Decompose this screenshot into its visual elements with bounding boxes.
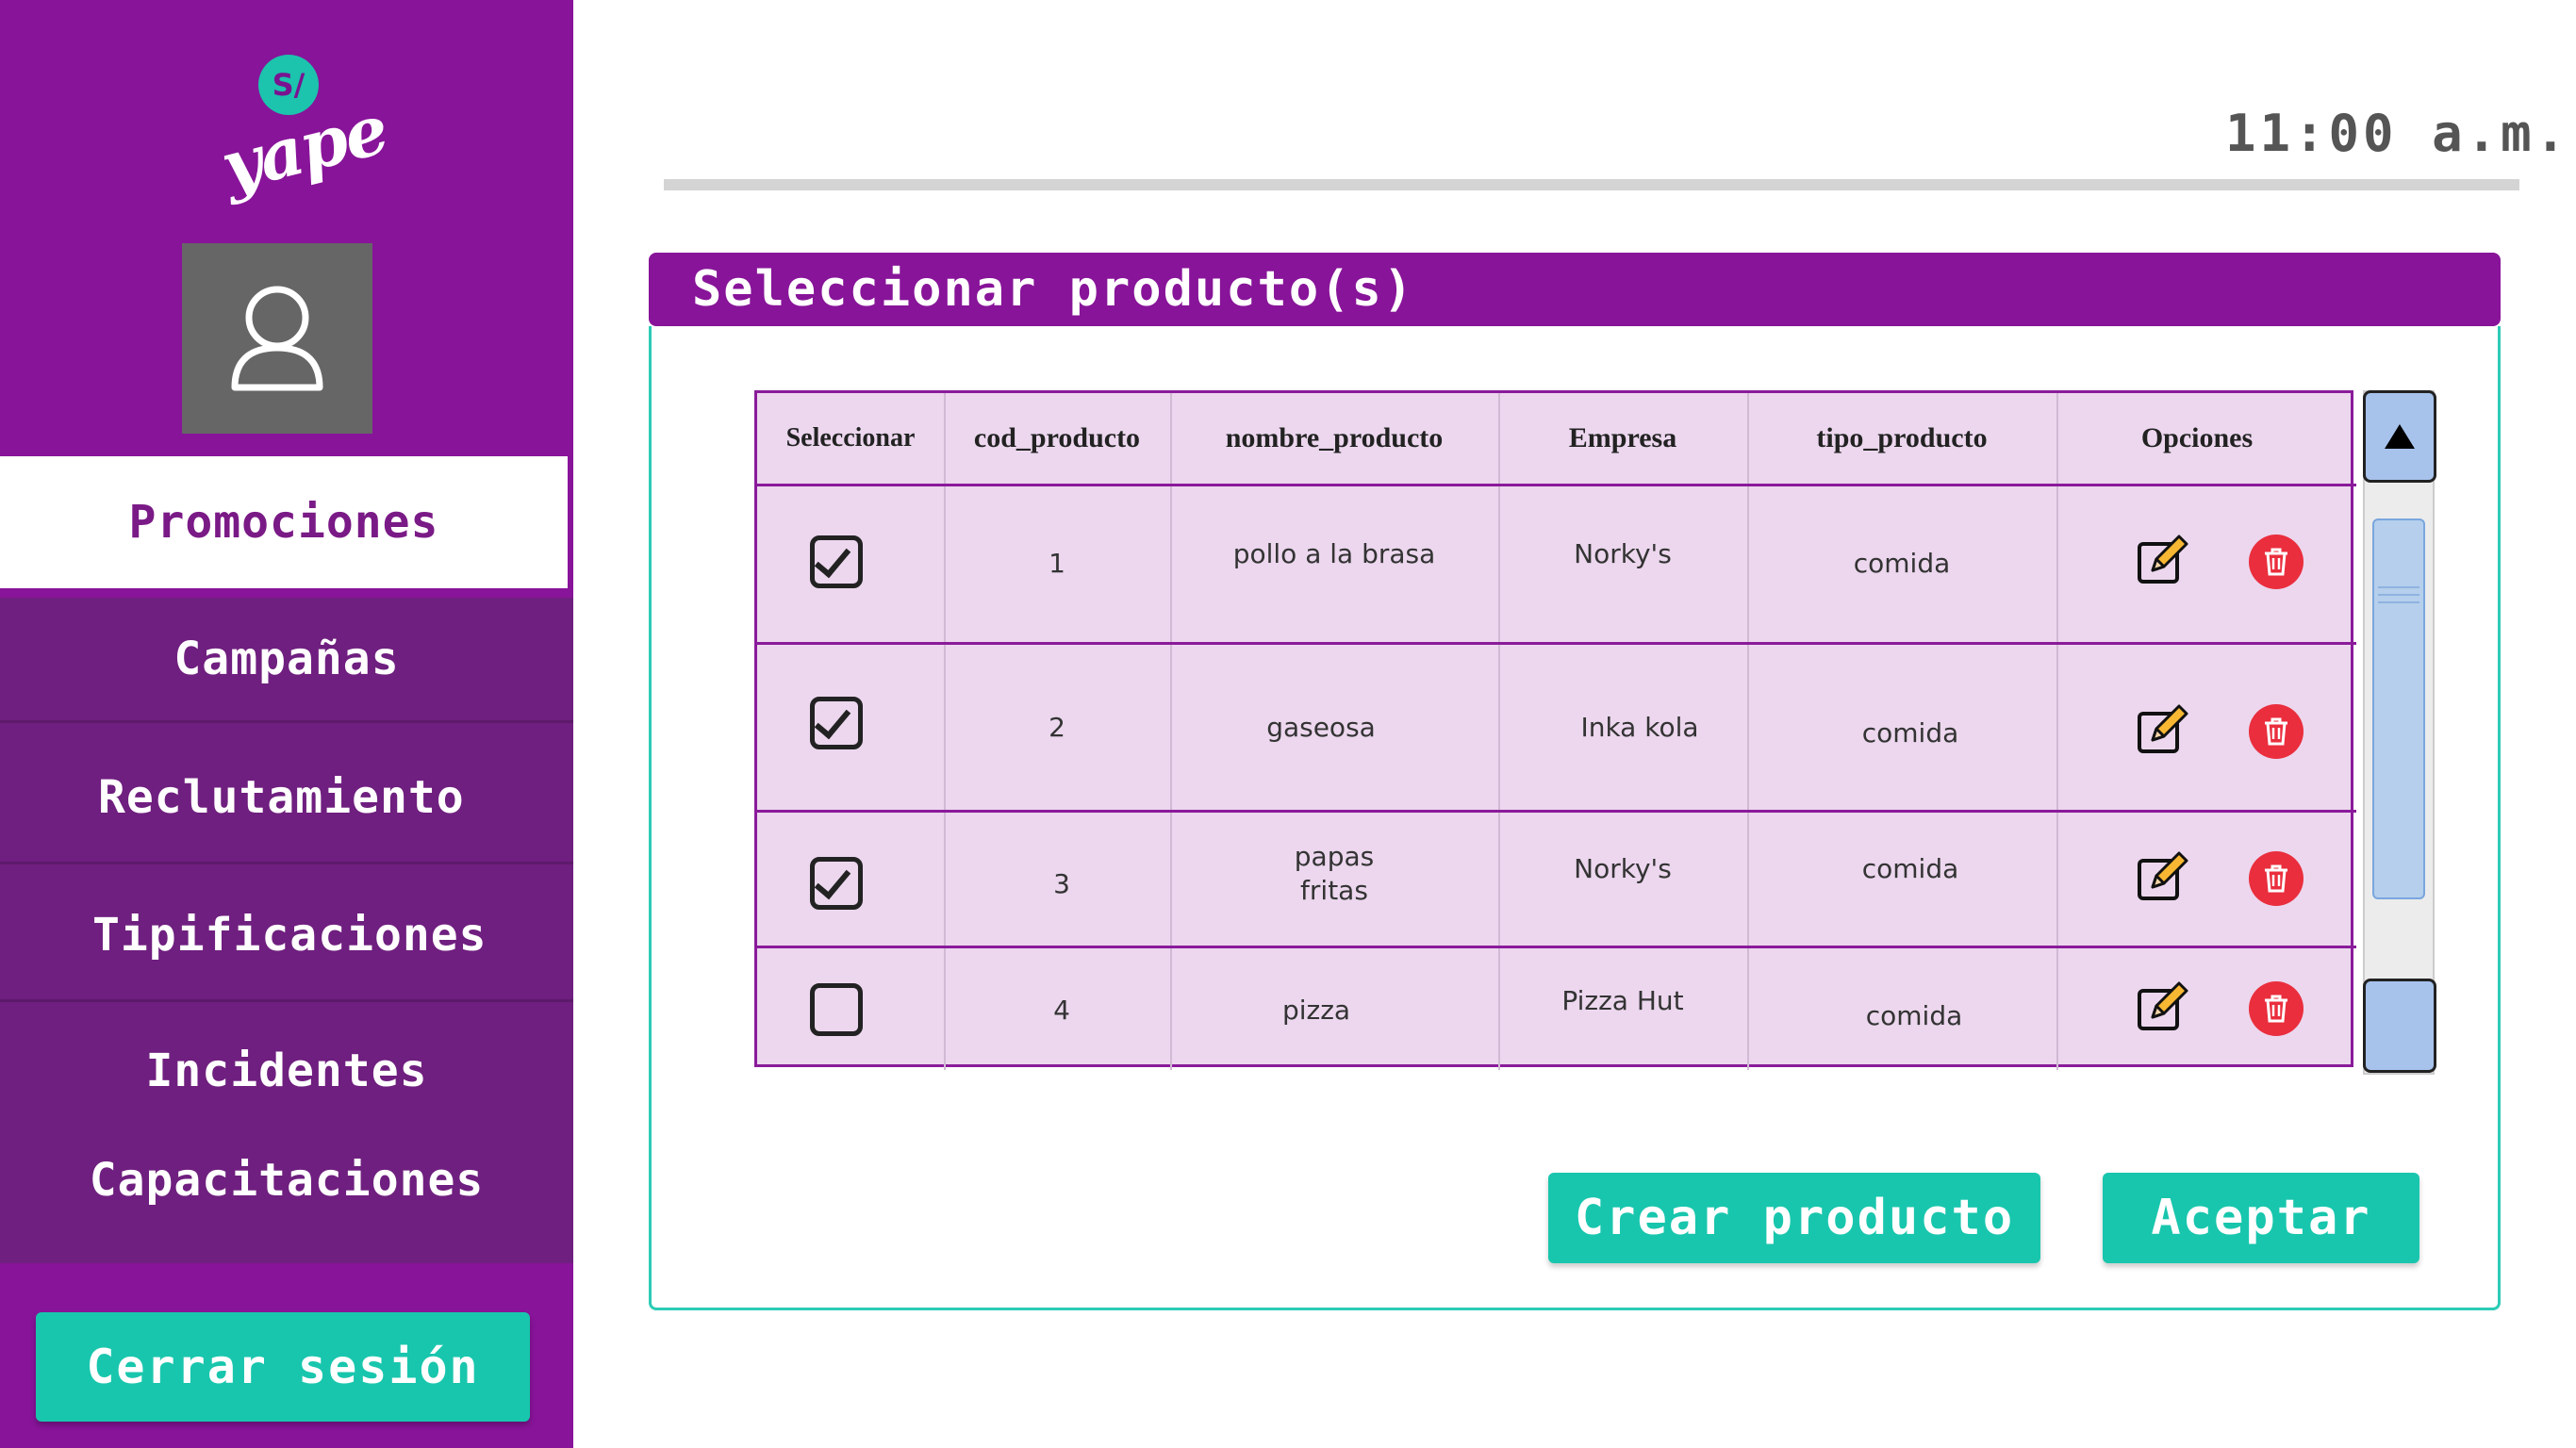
sidebar-item-label: Campañas xyxy=(173,633,400,685)
trash-icon xyxy=(2265,995,2287,1023)
row-divider xyxy=(757,484,2356,486)
panel-title-text: Seleccionar producto(s) xyxy=(692,261,1415,318)
cell-empresa: Norky's xyxy=(1574,537,1672,569)
yape-logo: S/ yape xyxy=(213,55,394,224)
check-icon xyxy=(814,539,851,579)
thumb-grip xyxy=(2378,594,2419,596)
scroll-thumb[interactable] xyxy=(2372,518,2425,899)
sidebar-item-label: Reclutamiento xyxy=(98,771,465,824)
avatar[interactable] xyxy=(182,243,372,434)
header-divider xyxy=(664,179,2519,190)
sidebar-item-incidentes[interactable]: Incidentes xyxy=(0,1018,573,1124)
check-icon xyxy=(814,861,851,900)
sidebar-item-capacitaciones[interactable]: Capacitaciones xyxy=(0,1127,573,1233)
logo-word: yape xyxy=(213,88,395,207)
sidebar-item-label: Tipificaciones xyxy=(92,909,487,962)
cell-nombre: gaseosa xyxy=(1266,711,1376,743)
trash-icon xyxy=(2265,864,2287,893)
row-checkbox[interactable] xyxy=(810,535,863,588)
sidebar-item-label: Promociones xyxy=(128,496,439,549)
column-header: Opciones xyxy=(2140,422,2254,453)
cell-tipo: comida xyxy=(1861,852,1959,884)
divider xyxy=(0,720,573,723)
cell-cod: 2 xyxy=(1049,711,1065,743)
cell-empresa: Inka kola xyxy=(1580,711,1699,743)
scroll-up-button[interactable] xyxy=(2363,390,2436,483)
table-scrollbar[interactable] xyxy=(2363,390,2436,1075)
column-header: cod_producto xyxy=(973,422,1141,453)
edit-icon[interactable] xyxy=(2136,704,2188,757)
row-checkbox[interactable] xyxy=(810,983,863,1036)
delete-icon[interactable] xyxy=(2249,704,2304,759)
cell-empresa: Norky's xyxy=(1574,852,1672,884)
check-icon xyxy=(814,700,851,740)
create-product-button[interactable]: Crear producto xyxy=(1548,1173,2040,1263)
cell-tipo: comida xyxy=(1865,999,1963,1031)
column-header: tipo_producto xyxy=(1816,422,1988,453)
column-header: Empresa xyxy=(1568,422,1677,453)
edit-icon[interactable] xyxy=(2136,981,2188,1034)
cell-nombre: pizza xyxy=(1281,994,1351,1026)
panel-title: Seleccionar producto(s) xyxy=(649,253,2501,326)
cell-cod: 3 xyxy=(1053,867,1070,899)
cell-empresa: Pizza Hut xyxy=(1561,984,1684,1016)
sidebar-item-promociones[interactable]: Promociones xyxy=(0,456,568,588)
thumb-grip xyxy=(2378,601,2419,603)
cell-tipo: comida xyxy=(1853,547,1951,579)
accept-button[interactable]: Aceptar xyxy=(2103,1173,2419,1263)
cell-tipo: comida xyxy=(1861,716,1959,749)
thumb-grip xyxy=(2378,586,2419,588)
clock: 11:00 a.m. xyxy=(2225,104,2570,163)
sidebar-item-label: Incidentes xyxy=(145,1045,428,1097)
delete-icon[interactable] xyxy=(2249,851,2304,906)
column-header: nombre_producto xyxy=(1225,422,1444,453)
edit-icon[interactable] xyxy=(2136,851,2188,904)
row-checkbox[interactable] xyxy=(810,697,863,749)
delete-icon[interactable] xyxy=(2249,535,2304,589)
cell-nombre: pollo a la brasa xyxy=(1232,537,1436,569)
column-header: Seleccionar xyxy=(785,423,916,452)
edit-icon[interactable] xyxy=(2136,535,2188,587)
delete-icon[interactable] xyxy=(2249,981,2304,1036)
cell-cod: 4 xyxy=(1053,994,1070,1026)
user-icon xyxy=(231,286,323,391)
cell-cod: 1 xyxy=(1049,547,1065,579)
row-checkbox[interactable] xyxy=(810,857,863,910)
logout-button[interactable]: Cerrar sesión xyxy=(36,1312,530,1422)
divider xyxy=(0,999,573,1002)
trash-icon xyxy=(2265,717,2287,746)
sidebar-item-tipificaciones[interactable]: Tipificaciones xyxy=(0,871,573,999)
triangle-up-icon xyxy=(2385,424,2415,449)
product-table: Seleccionar cod_producto nombre_producto… xyxy=(754,390,2356,1070)
row-divider xyxy=(757,642,2356,645)
sidebar: S/ yape Promociones Campañas Reclutamien… xyxy=(0,0,573,1448)
sidebar-item-campanas[interactable]: Campañas xyxy=(0,598,573,720)
sidebar-item-reclutamiento[interactable]: Reclutamiento xyxy=(0,732,573,864)
trash-icon xyxy=(2265,548,2287,576)
sidebar-item-label: Capacitaciones xyxy=(89,1154,485,1207)
cell-nombre: papas fritas xyxy=(1294,841,1375,906)
scroll-down-button[interactable] xyxy=(2363,979,2436,1073)
